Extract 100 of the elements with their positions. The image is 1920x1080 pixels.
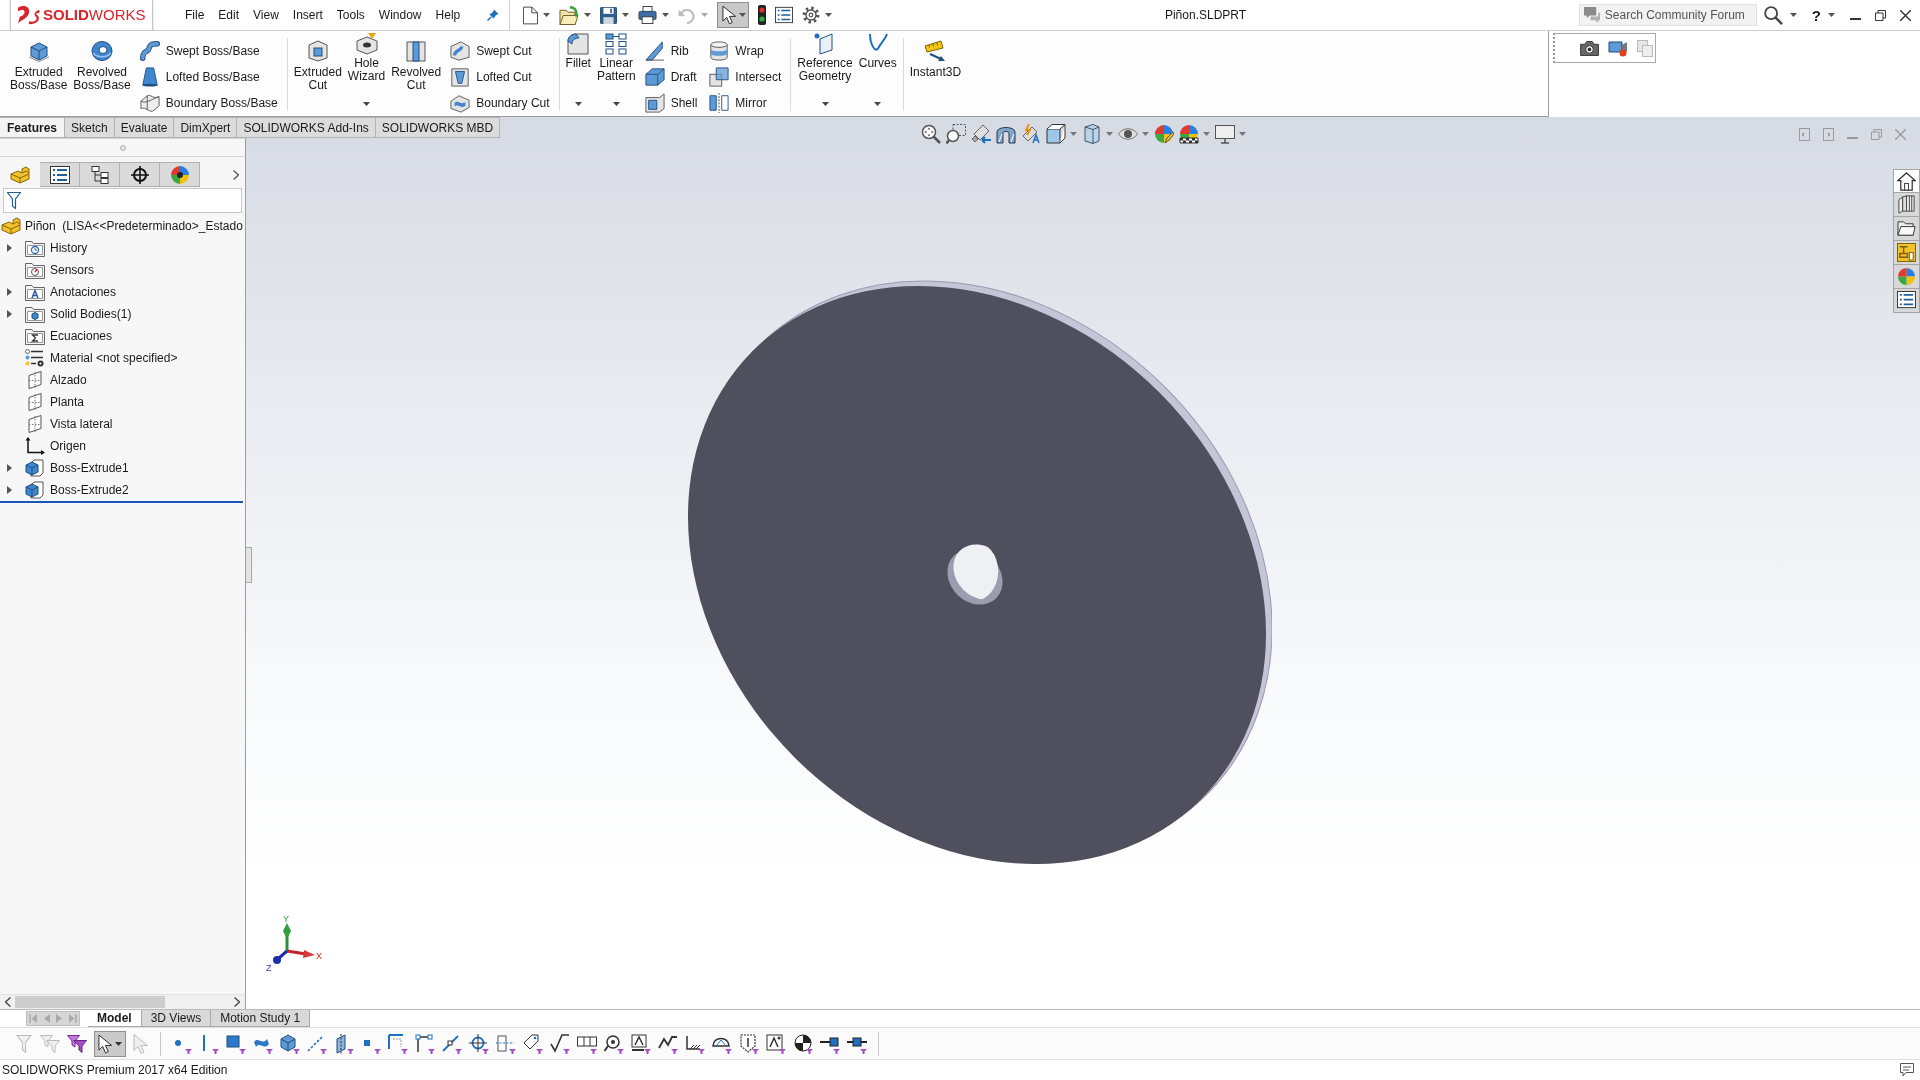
ribbon-button[interactable]: Swept Boss/Base bbox=[136, 38, 281, 64]
plane-filter-icon[interactable] bbox=[334, 1033, 354, 1054]
tree-item[interactable]: Boss-Extrude2 bbox=[50, 483, 129, 497]
ribbon-button[interactable]: Hole Wizard bbox=[344, 31, 389, 116]
ribbon-button[interactable]: Shell bbox=[641, 90, 701, 116]
monitor-icon[interactable] bbox=[1214, 124, 1235, 144]
magnifier-frame-icon[interactable] bbox=[945, 124, 966, 144]
tree-item[interactable]: Piñon (LISA<<Predeterminado>_Estado bbox=[25, 219, 243, 233]
ribbon-button[interactable]: Revolved Boss/Base bbox=[70, 31, 134, 116]
ribbon-button[interactable]: Reference Geometry bbox=[794, 31, 856, 116]
new-document-icon[interactable] bbox=[523, 5, 539, 25]
caret-icon[interactable] bbox=[612, 102, 620, 106]
scope-bolt-icon[interactable] bbox=[1020, 124, 1041, 144]
cube-filter-icon[interactable] bbox=[280, 1033, 300, 1054]
framed-arrow-filter-icon[interactable] bbox=[631, 1033, 651, 1054]
bracket-points-filter-icon[interactable] bbox=[415, 1033, 435, 1054]
command-tab[interactable]: Sketch bbox=[65, 117, 115, 138]
pin-icon[interactable] bbox=[487, 9, 500, 21]
help-button[interactable]: ? bbox=[1811, 6, 1821, 24]
diagonal-point-filter-icon[interactable] bbox=[442, 1033, 462, 1054]
column-filter-icon[interactable] bbox=[496, 1033, 516, 1054]
chevron-right-icon[interactable] bbox=[234, 997, 240, 1007]
hatched-corner-filter-icon[interactable] bbox=[685, 1033, 705, 1054]
task-pane-tab[interactable] bbox=[1893, 169, 1920, 193]
scope-arrow-icon[interactable] bbox=[970, 124, 991, 144]
quadrant-disc-filter-icon[interactable] bbox=[793, 1033, 813, 1054]
tree-item[interactable]: Alzado bbox=[50, 373, 87, 387]
caret-icon[interactable] bbox=[363, 102, 370, 106]
tree-item[interactable]: Solid Bodies(1) bbox=[50, 307, 132, 321]
expand-arrow-icon[interactable] bbox=[7, 486, 12, 494]
tree-item[interactable]: Origen bbox=[50, 439, 87, 453]
task-pane-tab[interactable] bbox=[1893, 217, 1920, 241]
caret-icon[interactable] bbox=[574, 102, 582, 106]
ribbon-button[interactable]: Intersect bbox=[706, 64, 785, 90]
double-funnel-icon[interactable] bbox=[67, 1034, 87, 1053]
command-tab[interactable]: SOLIDWORKS MBD bbox=[375, 117, 501, 138]
chevron-left-icon[interactable] bbox=[5, 997, 11, 1007]
menu-item[interactable]: Insert bbox=[285, 5, 330, 25]
menu-item[interactable]: Help bbox=[428, 5, 468, 25]
ribbon-button[interactable]: Revolved Cut bbox=[388, 31, 445, 116]
manager-tab[interactable] bbox=[160, 162, 200, 187]
caret-icon[interactable] bbox=[1828, 13, 1835, 17]
manager-tab[interactable] bbox=[120, 162, 160, 187]
ribbon-button[interactable]: Swept Cut bbox=[447, 38, 553, 64]
expand-arrow-icon[interactable] bbox=[7, 310, 12, 318]
caret-icon[interactable] bbox=[115, 1041, 122, 1046]
task-pane-tab[interactable] bbox=[1893, 289, 1920, 313]
chevron-right-icon[interactable] bbox=[233, 169, 239, 180]
video-camera-icon[interactable] bbox=[1608, 39, 1628, 57]
shield-filter-icon[interactable] bbox=[739, 1033, 759, 1054]
model-tab[interactable]: 3D Views bbox=[141, 1010, 212, 1027]
color-ball-pencil-icon[interactable] bbox=[1153, 124, 1174, 144]
traffic-light-icon[interactable] bbox=[758, 5, 767, 25]
model-tab[interactable]: Motion Study 1 bbox=[211, 1010, 311, 1027]
ribbon-button[interactable]: Lofted Boss/Base bbox=[136, 64, 281, 90]
select-tool-button[interactable] bbox=[717, 2, 750, 28]
shaded-box-icon[interactable] bbox=[1081, 124, 1102, 144]
panel-collapse-handle[interactable] bbox=[246, 547, 252, 583]
zigzag-filter-icon[interactable] bbox=[658, 1033, 678, 1054]
ribbon-button[interactable]: Boundary Cut bbox=[447, 90, 553, 116]
command-tab[interactable]: Features bbox=[0, 117, 66, 138]
cube-icon[interactable] bbox=[1045, 124, 1066, 144]
caret-icon[interactable] bbox=[622, 13, 630, 17]
tree-item[interactable]: Ecuaciones bbox=[50, 329, 113, 343]
menu-item[interactable]: Window bbox=[371, 5, 429, 25]
corner-filter-icon[interactable] bbox=[388, 1033, 408, 1054]
tree-item[interactable]: Vista lateral bbox=[50, 417, 113, 431]
gripper-dot-icon[interactable] bbox=[119, 144, 126, 151]
select-tool-button[interactable] bbox=[94, 1030, 126, 1057]
tree-item[interactable]: Sensors bbox=[50, 263, 95, 277]
tree-item[interactable]: Anotaciones bbox=[50, 285, 117, 299]
ribbon-button[interactable]: Boundary Boss/Base bbox=[136, 90, 281, 116]
tree-item[interactable]: History bbox=[50, 241, 88, 255]
printer-icon[interactable] bbox=[638, 6, 658, 24]
caret-icon[interactable] bbox=[584, 13, 592, 17]
caret-icon[interactable] bbox=[825, 13, 833, 17]
ribbon-button[interactable]: Instant3D bbox=[906, 31, 965, 116]
manager-tab[interactable] bbox=[40, 162, 80, 187]
gear-icon[interactable] bbox=[802, 6, 821, 24]
frame-filter-icon[interactable] bbox=[577, 1033, 597, 1054]
caret-icon[interactable] bbox=[662, 13, 670, 17]
filter-field[interactable] bbox=[3, 188, 242, 213]
ribbon-button[interactable]: Linear Pattern bbox=[593, 31, 639, 116]
menu-item[interactable]: View bbox=[246, 5, 286, 25]
tree-item[interactable]: Planta bbox=[50, 395, 85, 409]
command-tab[interactable]: SOLIDWORKS Add-Ins bbox=[237, 117, 376, 138]
scrollbar-thumb[interactable] bbox=[15, 996, 165, 1008]
horizontal-scrollbar[interactable] bbox=[0, 994, 245, 1009]
expand-arrow-icon[interactable] bbox=[7, 288, 12, 296]
caret-icon[interactable] bbox=[543, 13, 551, 17]
menu-item[interactable]: Tools bbox=[329, 5, 372, 25]
command-tab[interactable]: Evaluate bbox=[114, 117, 175, 138]
task-pane-tab[interactable] bbox=[1893, 193, 1920, 217]
magnifier-circle-filter-icon[interactable] bbox=[604, 1033, 624, 1054]
tree-item[interactable]: Material <not specified> bbox=[50, 351, 178, 365]
model-tab[interactable]: Model bbox=[88, 1010, 142, 1027]
ribbon-button[interactable]: Extruded Boss/Base bbox=[7, 31, 71, 116]
ribbon-button[interactable]: Extruded Cut bbox=[290, 31, 345, 116]
caret-icon[interactable] bbox=[1789, 13, 1797, 17]
ribbon-button[interactable]: Wrap bbox=[706, 38, 785, 64]
